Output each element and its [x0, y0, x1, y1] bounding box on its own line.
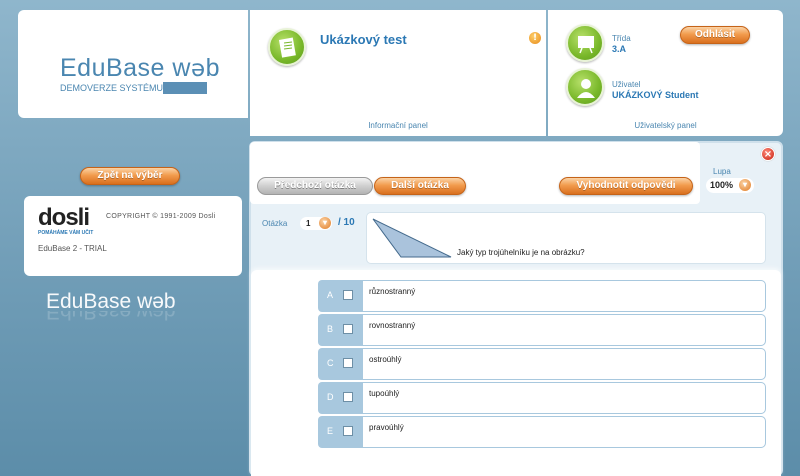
- answer-text: různostranný: [369, 287, 416, 296]
- user-panel: Třída 3.A Odhlásit Uživatel UKÁZKOVÝ Stu…: [548, 10, 783, 136]
- user-value: UKÁZKOVÝ Student: [612, 90, 699, 100]
- copyright-text: COPYRIGHT © 1991-2009 Dosli: [106, 213, 216, 220]
- answer-checkbox[interactable]: [343, 324, 353, 334]
- previous-question-button[interactable]: Předchozí otázka: [257, 177, 373, 195]
- question-number-value: 1: [306, 219, 311, 228]
- zoom-value: 100%: [710, 180, 734, 190]
- user-label: Uživatel: [612, 80, 641, 89]
- class-label: Třída: [612, 34, 631, 43]
- user-panel-footer: Uživatelský panel: [634, 121, 697, 130]
- evaluate-answers-button[interactable]: Vyhodnotit odpovědi: [559, 177, 693, 195]
- logo-text: EduBase w: [60, 54, 191, 82]
- answer-letter: E: [327, 426, 334, 436]
- question-box: Jaký typ trojúhelníku je na obrázku?: [366, 212, 766, 264]
- test-document-icon: [268, 28, 306, 66]
- bottom-logo-e-glyph: ə: [152, 290, 164, 313]
- class-value: 3.A: [612, 44, 627, 54]
- user-avatar-icon: [566, 68, 604, 106]
- answer-text: ostroúhlý: [369, 355, 402, 364]
- question-total: / 10: [338, 217, 355, 228]
- answer-checkbox[interactable]: [343, 392, 353, 402]
- answer-row: B rovnostranný: [318, 314, 766, 346]
- answer-text: pravoúhlý: [369, 423, 404, 432]
- logo-text-end: b: [205, 54, 221, 82]
- bottom-logo-text-end: b: [163, 290, 176, 313]
- dosli-logo: dosli POMÁHÁME VÁM UČIT: [38, 204, 94, 237]
- info-icon[interactable]: !: [529, 32, 541, 44]
- question-text: Jaký typ trojúhelníku je na obrázku?: [457, 248, 585, 257]
- info-panel-footer: Informační panel: [368, 121, 428, 130]
- chevron-down-icon: ▾: [739, 179, 751, 191]
- trial-text: EduBase 2 - TRIAL: [38, 244, 107, 253]
- edubase-logo: EduBase wəb DEMOVERZE SYSTÉMU: [60, 54, 220, 94]
- logo-subtitle: DEMOVERZE SYSTÉMU: [60, 83, 164, 93]
- close-icon[interactable]: ×: [761, 147, 775, 161]
- answer-text: rovnostranný: [369, 321, 416, 330]
- logout-button[interactable]: Odhlásit: [680, 26, 750, 44]
- info-panel: Ukázkový test ! Informační panel: [250, 10, 546, 136]
- answer-letter: D: [327, 392, 334, 402]
- answer-row: A různostranný: [318, 280, 766, 312]
- copyright-box: dosli POMÁHÁME VÁM UČIT COPYRIGHT © 1991…: [24, 196, 242, 276]
- zoom-select[interactable]: 100% ▾: [706, 178, 754, 193]
- answer-row: C ostroúhlý: [318, 348, 766, 380]
- dosli-tagline: POMÁHÁME VÁM UČIT: [38, 230, 94, 236]
- back-to-selection-button[interactable]: Zpět na výběr: [80, 167, 180, 185]
- bottom-logo-reflection: EduBase wəb: [46, 311, 176, 323]
- answer-letter: B: [327, 324, 334, 334]
- answer-checkbox[interactable]: [343, 426, 353, 436]
- answer-letter: C: [327, 358, 334, 368]
- logo-e-glyph: ə: [190, 56, 206, 82]
- logo-underline: [163, 82, 208, 94]
- bottom-logo-text: EduBase w: [46, 290, 153, 313]
- dosli-word: dosli: [38, 204, 90, 231]
- class-board-icon: [566, 24, 604, 62]
- test-title: Ukázkový test: [320, 32, 407, 47]
- question-label: Otázka: [262, 219, 288, 228]
- next-question-button[interactable]: Další otázka: [374, 177, 466, 195]
- triangle-figure: [372, 218, 452, 258]
- chevron-down-icon: ▾: [319, 217, 331, 229]
- zoom-label: Lupa: [713, 167, 731, 176]
- answer-row: D tupoúhlý: [318, 382, 766, 414]
- answer-letter: A: [327, 290, 334, 300]
- logo-panel: EduBase wəb DEMOVERZE SYSTÉMU: [18, 10, 248, 118]
- answer-checkbox[interactable]: [343, 358, 353, 368]
- answer-text: tupoúhlý: [369, 389, 400, 398]
- answer-row: E pravoúhlý: [318, 416, 766, 448]
- question-number-select[interactable]: 1 ▾: [300, 217, 332, 230]
- answer-checkbox[interactable]: [343, 290, 353, 300]
